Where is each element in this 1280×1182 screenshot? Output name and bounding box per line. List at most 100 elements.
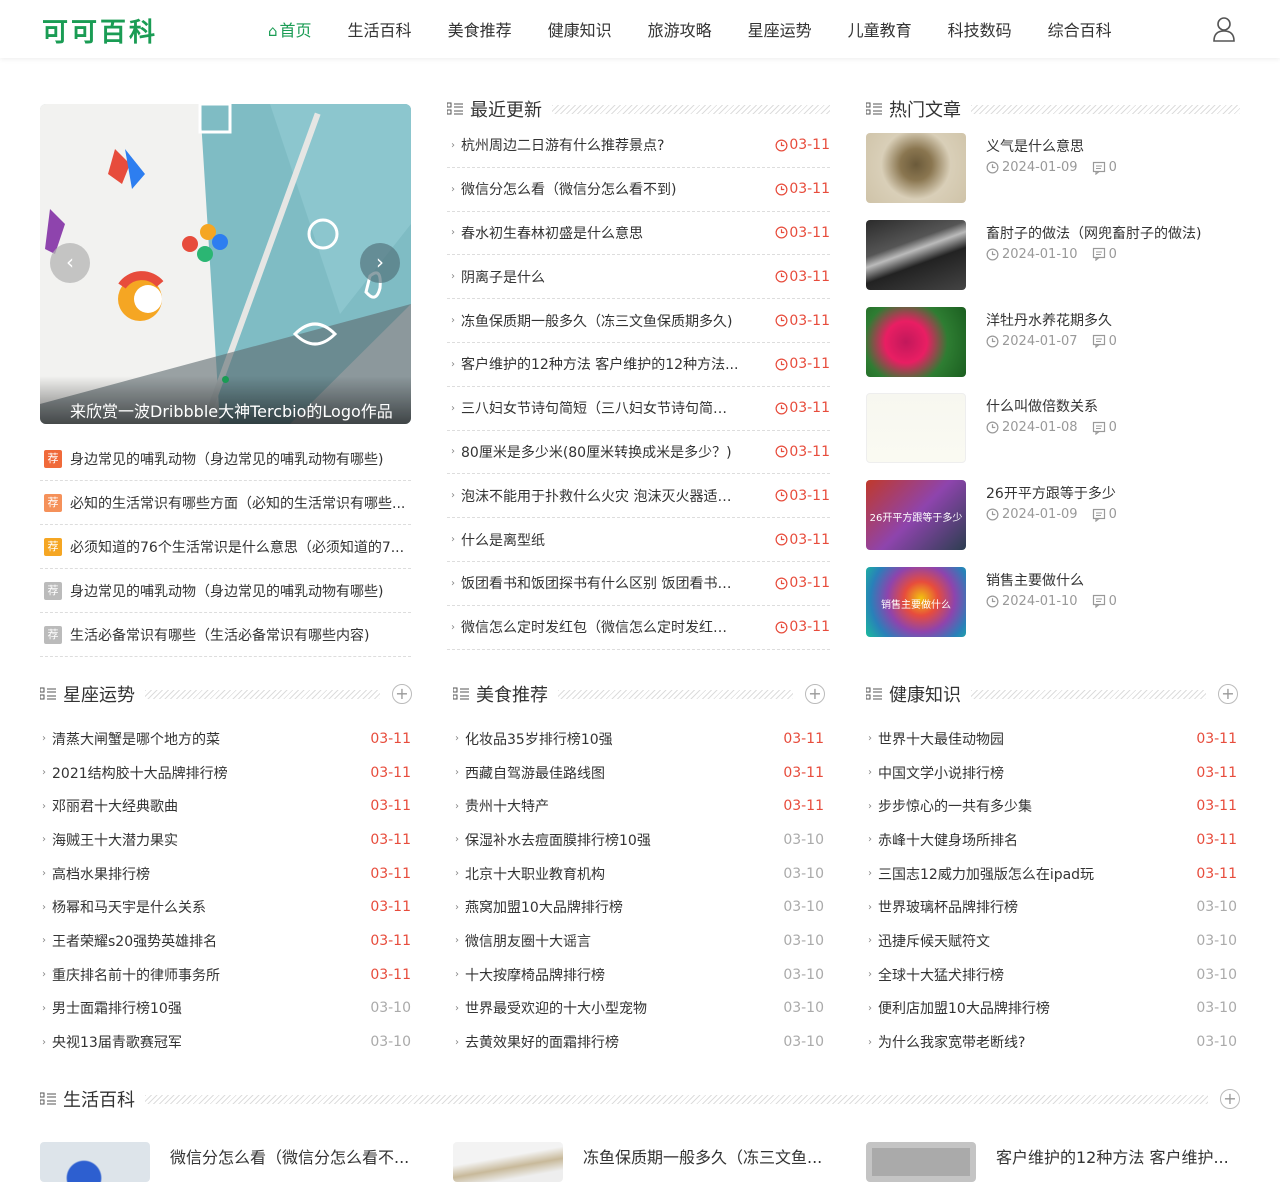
recommend-item-text[interactable]: 必知的生活常识有哪些方面（必知的生活常识有哪些... bbox=[70, 493, 405, 513]
list-item[interactable]: › 燕窝加盟10大品牌排行榜 03-10 bbox=[453, 890, 824, 924]
article-thumbnail[interactable]: 销售主要做什么 bbox=[866, 566, 966, 637]
list-item[interactable]: › 海贼王十大潜力果实 03-11 bbox=[40, 823, 411, 857]
section-title[interactable]: 星座运势 bbox=[63, 681, 135, 707]
article-thumbnail[interactable]: 26开平方跟等于多少 bbox=[866, 480, 966, 551]
nav-item[interactable]: 科技数码 bbox=[930, 0, 1030, 58]
list-item[interactable]: › 2021结构胶十大品牌排行榜 03-11 bbox=[40, 756, 411, 790]
article-title[interactable]: 洋牡丹水养花期多久 bbox=[986, 310, 1117, 334]
more-button[interactable]: + bbox=[1218, 684, 1238, 704]
recent-item[interactable]: › 三八妇女节诗句简短（三八妇女节诗句简短... 03-11 bbox=[447, 387, 830, 431]
list-item-title[interactable]: 便利店加盟10大品牌排行榜 bbox=[878, 998, 1196, 1018]
list-item-title[interactable]: 三国志12威力加强版怎么在ipad玩 bbox=[878, 864, 1196, 884]
recent-item-title[interactable]: 杭州周边二日游有什么推荐景点? bbox=[461, 135, 775, 155]
recent-item[interactable]: › 什么是离型纸 03-11 bbox=[447, 518, 830, 562]
list-item[interactable]: › 十大按摩椅品牌排行榜 03-10 bbox=[453, 958, 824, 992]
list-item-title[interactable]: 邓丽君十大经典歌曲 bbox=[52, 796, 370, 816]
list-item-title[interactable]: 北京十大职业教育机构 bbox=[465, 864, 783, 884]
section-title[interactable]: 健康知识 bbox=[889, 681, 961, 707]
recent-item[interactable]: › 客户维护的12种方法 客户维护的12种方法... 03-11 bbox=[447, 343, 830, 387]
nav-item[interactable]: 生活百科 bbox=[330, 0, 430, 58]
list-item-title[interactable]: 2021结构胶十大品牌排行榜 bbox=[52, 763, 370, 783]
recent-item[interactable]: › 泡沫不能用于扑救什么火灾 泡沫灭火器适用... 03-11 bbox=[447, 474, 830, 519]
slider-next-button[interactable]: › bbox=[360, 243, 400, 283]
recent-item[interactable]: › 春水初生春林初盛是什么意思 03-11 bbox=[447, 212, 830, 256]
list-item[interactable]: › 男士面霜排行榜10强 03-10 bbox=[40, 992, 411, 1026]
nav-item[interactable]: 旅游攻略 bbox=[630, 0, 730, 58]
list-item-title[interactable]: 迅捷斥候天赋符文 bbox=[878, 931, 1196, 951]
list-item[interactable]: › 为什么我家宽带老断线? 03-10 bbox=[866, 1025, 1237, 1059]
recent-item-title[interactable]: 阴离子是什么 bbox=[461, 267, 775, 287]
recent-item-title[interactable]: 微信分怎么看（微信分怎么看不到) bbox=[461, 179, 775, 199]
card-title[interactable]: 客户维护的12种方法 客户维护... bbox=[976, 1142, 1229, 1167]
card-thumbnail[interactable] bbox=[453, 1142, 563, 1182]
user-icon[interactable] bbox=[1212, 16, 1236, 42]
list-item-title[interactable]: 为什么我家宽带老断线? bbox=[878, 1032, 1196, 1052]
life-card[interactable]: 微信分怎么看（微信分怎么看不... bbox=[40, 1142, 420, 1182]
article-thumbnail[interactable] bbox=[866, 219, 966, 290]
list-item-title[interactable]: 十大按摩椅品牌排行榜 bbox=[465, 965, 783, 985]
recent-item[interactable]: › 饭团看书和饭团探书有什么区别 饭团看书和... 03-11 bbox=[447, 562, 830, 606]
life-card[interactable]: 客户维护的12种方法 客户维护... bbox=[866, 1142, 1240, 1182]
list-item[interactable]: › 中国文学小说排行榜 03-11 bbox=[866, 756, 1237, 790]
list-item-title[interactable]: 去黄效果好的面霜排行榜 bbox=[465, 1032, 783, 1052]
list-item-title[interactable]: 中国文学小说排行榜 bbox=[878, 763, 1196, 783]
card-thumbnail[interactable] bbox=[40, 1142, 150, 1182]
list-item-title[interactable]: 化妆品35岁排行榜10强 bbox=[465, 729, 783, 749]
recommend-item[interactable]: 荐必知的生活常识有哪些方面（必知的生活常识有哪些... bbox=[40, 481, 411, 525]
recommend-item-text[interactable]: 身边常见的哺乳动物（身边常见的哺乳动物有哪些) bbox=[70, 449, 383, 469]
list-item[interactable]: › 邓丽君十大经典歌曲 03-11 bbox=[40, 789, 411, 823]
recent-item-title[interactable]: 冻鱼保质期一般多久（冻三文鱼保质期多久) bbox=[461, 311, 775, 331]
nav-item[interactable]: 健康知识 bbox=[530, 0, 630, 58]
recent-item[interactable]: › 微信怎么定时发红包（微信怎么定时发红包 ... 03-11 bbox=[447, 606, 830, 650]
list-item[interactable]: › 高档水果排行榜 03-11 bbox=[40, 857, 411, 891]
nav-item[interactable]: 美食推荐 bbox=[430, 0, 530, 58]
list-item[interactable]: › 杨幂和马天宇是什么关系 03-11 bbox=[40, 890, 411, 924]
slider-caption[interactable]: 来欣赏一波Dribbble大神Tercbio的Logo作品 bbox=[40, 376, 411, 424]
recent-item[interactable]: › 80厘米是多少米(80厘米转换成米是多少？) 03-11 bbox=[447, 431, 830, 475]
hot-article[interactable]: 什么叫做倍数关系 2024-01-08 0 bbox=[866, 393, 1240, 480]
hot-article[interactable]: 26开平方跟等于多少 26开平方跟等于多少 2024-01-09 0 bbox=[866, 480, 1240, 567]
card-thumbnail[interactable] bbox=[866, 1142, 976, 1182]
recommend-item[interactable]: 荐必须知道的76个生活常识是什么意思（必须知道的7... bbox=[40, 525, 411, 569]
recent-item[interactable]: › 阴离子是什么 03-11 bbox=[447, 255, 830, 300]
list-item-title[interactable]: 杨幂和马天宇是什么关系 bbox=[52, 897, 370, 917]
list-item[interactable]: › 去黄效果好的面霜排行榜 03-10 bbox=[453, 1025, 824, 1059]
list-item[interactable]: › 央视13届青歌赛冠军 03-10 bbox=[40, 1025, 411, 1059]
article-title[interactable]: 畜肘子的做法（网兜畜肘子的做法) bbox=[986, 223, 1201, 247]
hot-article[interactable]: 洋牡丹水养花期多久 2024-01-07 0 bbox=[866, 306, 1240, 394]
recent-item-title[interactable]: 饭团看书和饭团探书有什么区别 饭团看书和... bbox=[461, 573, 775, 593]
list-item[interactable]: › 保湿补水去痘面膜排行榜10强 03-10 bbox=[453, 823, 824, 857]
list-item-title[interactable]: 男士面霜排行榜10强 bbox=[52, 998, 370, 1018]
list-item[interactable]: › 三国志12威力加强版怎么在ipad玩 03-11 bbox=[866, 857, 1237, 891]
list-item[interactable]: › 化妆品35岁排行榜10强 03-11 bbox=[453, 722, 824, 756]
list-item-title[interactable]: 世界玻璃杯品牌排行榜 bbox=[878, 897, 1196, 917]
list-item[interactable]: › 北京十大职业教育机构 03-10 bbox=[453, 857, 824, 891]
list-item[interactable]: › 步步惊心的一共有多少集 03-11 bbox=[866, 789, 1237, 823]
list-item[interactable]: › 世界十大最佳动物园 03-11 bbox=[866, 722, 1237, 756]
list-item-title[interactable]: 步步惊心的一共有多少集 bbox=[878, 796, 1196, 816]
hot-article[interactable]: 义气是什么意思 2024-01-09 0 bbox=[866, 133, 1240, 220]
list-item-title[interactable]: 世界十大最佳动物园 bbox=[878, 729, 1196, 749]
article-title[interactable]: 销售主要做什么 bbox=[986, 570, 1117, 594]
more-button[interactable]: + bbox=[805, 684, 825, 704]
recent-item[interactable]: › 冻鱼保质期一般多久（冻三文鱼保质期多久) 03-11 bbox=[447, 299, 830, 343]
recent-item[interactable]: › 微信分怎么看（微信分怎么看不到) 03-11 bbox=[447, 168, 830, 212]
slider-dot[interactable] bbox=[222, 376, 229, 383]
list-item-title[interactable]: 燕窝加盟10大品牌排行榜 bbox=[465, 897, 783, 917]
list-item[interactable]: › 重庆排名前十的律师事务所 03-11 bbox=[40, 958, 411, 992]
recent-item-title[interactable]: 80厘米是多少米(80厘米转换成米是多少？) bbox=[461, 442, 775, 462]
list-item-title[interactable]: 高档水果排行榜 bbox=[52, 864, 370, 884]
list-item-title[interactable]: 清蒸大闸蟹是哪个地方的菜 bbox=[52, 729, 370, 749]
recommend-item-text[interactable]: 生活必备常识有哪些（生活必备常识有哪些内容) bbox=[70, 625, 369, 645]
recommend-item-text[interactable]: 身边常见的哺乳动物（身边常见的哺乳动物有哪些) bbox=[70, 581, 383, 601]
slider-prev-button[interactable]: ‹ bbox=[50, 243, 90, 283]
recent-item-title[interactable]: 春水初生春林初盛是什么意思 bbox=[461, 223, 775, 243]
recent-item-title[interactable]: 客户维护的12种方法 客户维护的12种方法... bbox=[461, 354, 775, 374]
more-button[interactable]: + bbox=[1220, 1089, 1240, 1109]
nav-item[interactable]: 星座运势 bbox=[730, 0, 830, 58]
list-item-title[interactable]: 保湿补水去痘面膜排行榜10强 bbox=[465, 830, 783, 850]
nav-item[interactable]: 儿童教育 bbox=[830, 0, 930, 58]
list-item[interactable]: › 贵州十大特产 03-11 bbox=[453, 789, 824, 823]
recommend-item[interactable]: 荐身边常见的哺乳动物（身边常见的哺乳动物有哪些) bbox=[40, 569, 411, 613]
nav-item[interactable]: ⌂ 首页 bbox=[250, 0, 330, 58]
